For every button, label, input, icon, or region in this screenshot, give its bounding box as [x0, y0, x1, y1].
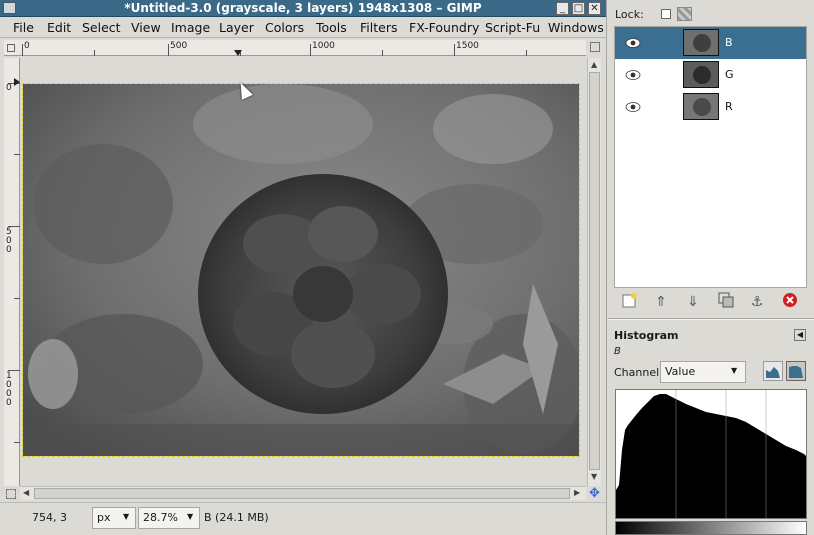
- zoom-select[interactable]: 28.7% ▼: [138, 507, 200, 529]
- horizontal-scrollbar[interactable]: ◀ ▶: [20, 486, 586, 500]
- chevron-down-icon: ▼: [187, 512, 194, 521]
- ruler-label-500: 500: [170, 41, 188, 51]
- ruler-label-0: 0: [24, 41, 30, 51]
- raise-layer-icon[interactable]: ⇑: [651, 292, 671, 312]
- histogram-plot: [616, 390, 806, 518]
- layer-list: B G R: [614, 26, 807, 288]
- close-button[interactable]: ✕: [588, 2, 601, 15]
- layer-name[interactable]: R: [725, 100, 733, 113]
- minimize-button[interactable]: _: [556, 2, 569, 15]
- new-layer-icon[interactable]: [620, 292, 640, 312]
- menu-script-fu[interactable]: Script-Fu: [485, 20, 540, 35]
- menu-view[interactable]: View: [131, 20, 161, 35]
- chevron-down-icon: ▼: [731, 366, 738, 375]
- menu-layer[interactable]: Layer: [219, 20, 254, 35]
- vertical-scrollbar[interactable]: ▲ ▼: [587, 58, 601, 486]
- channel-value: Value: [665, 365, 696, 378]
- scroll-left-icon[interactable]: ◀: [23, 488, 29, 497]
- histogram-gradient-bar: [615, 521, 807, 535]
- histogram-title: Histogram: [614, 329, 679, 342]
- vruler-label-0: 0: [6, 83, 12, 93]
- scroll-right-icon[interactable]: ▶: [574, 488, 580, 497]
- zoom-value: 28.7%: [143, 511, 178, 524]
- layer-info: B (24.1 MB): [204, 511, 269, 524]
- lock-checkbox[interactable]: [661, 9, 671, 19]
- quick-mask-corner[interactable]: [4, 40, 18, 56]
- anchor-icon[interactable]: ⚓: [747, 292, 767, 312]
- pointer-coordinates: 754, 3: [32, 511, 67, 524]
- delete-icon[interactable]: [780, 292, 800, 312]
- linear-histogram-button[interactable]: [763, 361, 783, 381]
- eye-icon[interactable]: [625, 69, 641, 81]
- layer-row[interactable]: B: [615, 27, 806, 59]
- pointer-marker-icon: [234, 50, 242, 56]
- histogram-graph[interactable]: [615, 389, 807, 519]
- layer-name[interactable]: G: [725, 68, 734, 81]
- lock-alpha-icon[interactable]: [677, 7, 692, 21]
- menu-file[interactable]: File: [13, 20, 34, 35]
- menu-windows[interactable]: Windows: [548, 20, 604, 35]
- layer-thumbnail: [683, 29, 719, 56]
- unit-select[interactable]: px ▼: [92, 507, 136, 529]
- menu-filters[interactable]: Filters: [360, 20, 397, 35]
- menu-bar: File Edit Select View Image Layer Colors…: [0, 17, 606, 38]
- channel-select[interactable]: Value ▼: [660, 361, 746, 383]
- menu-colors[interactable]: Colors: [265, 20, 304, 35]
- image-canvas[interactable]: [22, 83, 580, 457]
- menu-edit[interactable]: Edit: [47, 20, 71, 35]
- ruler-label-1000: 1000: [312, 41, 335, 51]
- rose-photo: [23, 84, 579, 456]
- chevron-down-icon: ▼: [123, 512, 130, 521]
- zoom-toggle-icon[interactable]: [590, 42, 600, 52]
- unit-value: px: [97, 511, 111, 524]
- window-title: *Untitled-3.0 (grayscale, 3 layers) 1948…: [124, 1, 482, 15]
- menu-select[interactable]: Select: [82, 20, 121, 35]
- menu-tools[interactable]: Tools: [316, 20, 347, 35]
- vertical-ruler[interactable]: 0 500 1000: [4, 58, 20, 486]
- layer-row[interactable]: G: [615, 59, 806, 91]
- ruler-label-1500: 1500: [456, 41, 479, 51]
- zoom-resize-icon[interactable]: [6, 489, 16, 499]
- layer-name[interactable]: B: [725, 36, 733, 49]
- menu-fx-foundry[interactable]: FX-Foundry: [409, 20, 479, 35]
- vruler-label-1000: 1000: [6, 371, 12, 408]
- scroll-up-icon[interactable]: ▲: [591, 60, 597, 69]
- horizontal-scroll-thumb[interactable]: [34, 488, 570, 499]
- channel-label: Channel:: [614, 366, 663, 379]
- horizontal-ruler[interactable]: 0 500 1000 1500: [18, 40, 586, 56]
- layer-thumbnail: [683, 61, 719, 88]
- log-histogram-button[interactable]: [786, 361, 806, 381]
- title-bar[interactable]: *Untitled-3.0 (grayscale, 3 layers) 1948…: [0, 0, 606, 17]
- eye-icon[interactable]: [625, 37, 641, 49]
- panel-divider: [608, 318, 814, 320]
- maximize-button[interactable]: □: [572, 2, 585, 15]
- vruler-label-500: 500: [6, 227, 12, 255]
- layer-row[interactable]: R: [615, 91, 806, 123]
- panel-menu-icon[interactable]: ◀: [794, 329, 806, 341]
- status-bar: 754, 3 px ▼ 28.7% ▼ B (24.1 MB): [0, 502, 606, 535]
- navigate-icon[interactable]: ✥: [588, 487, 601, 500]
- histogram-layer-name: B: [614, 346, 621, 357]
- lower-layer-icon[interactable]: ⇓: [683, 292, 703, 312]
- lock-label: Lock:: [615, 8, 644, 21]
- layer-thumbnail: [683, 93, 719, 120]
- vertical-scroll-thumb[interactable]: [589, 72, 600, 470]
- scroll-down-icon[interactable]: ▼: [591, 472, 597, 481]
- duplicate-layer-icon[interactable]: [716, 292, 736, 312]
- menu-image[interactable]: Image: [171, 20, 210, 35]
- eye-icon[interactable]: [625, 101, 641, 113]
